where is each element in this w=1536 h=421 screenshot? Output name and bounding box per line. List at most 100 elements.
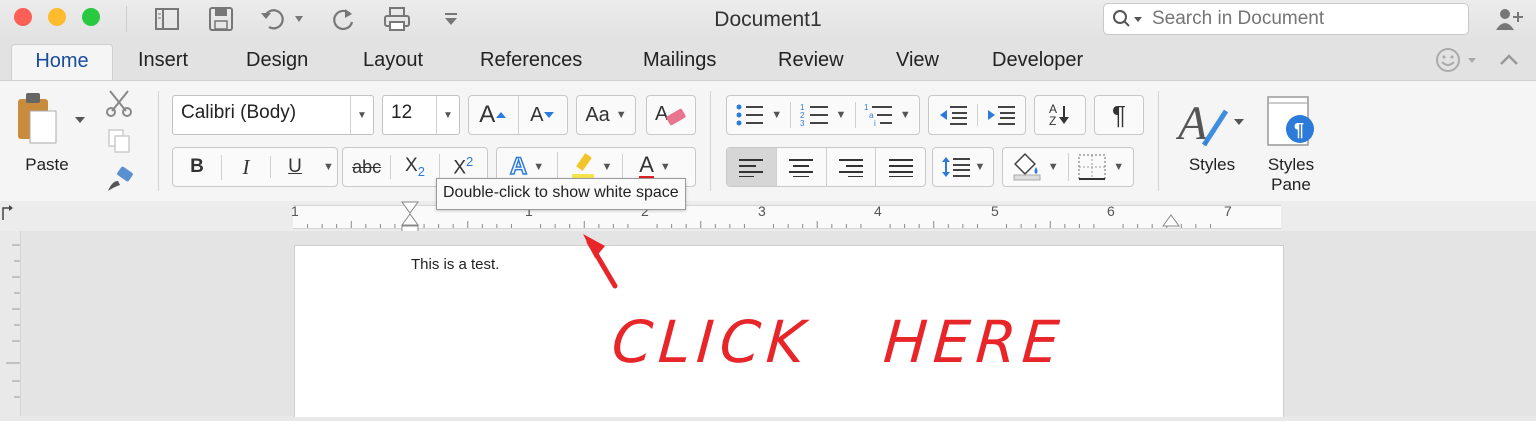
styles-pane-icon: ¶ — [1267, 96, 1314, 146]
bold-button[interactable]: B — [173, 156, 221, 178]
font-color-button[interactable]: A ▼ — [622, 153, 687, 181]
chevron-down-icon: ▼ — [1113, 161, 1125, 173]
chevron-down-icon: ▼ — [974, 161, 986, 173]
styles-pane-label-line1: Styles — [1267, 155, 1315, 174]
align-left-icon — [739, 159, 764, 177]
share-button[interactable] — [1494, 6, 1526, 32]
text-effects-button[interactable]: A ▼ — [497, 152, 557, 181]
feedback-button[interactable] — [1434, 46, 1484, 74]
chevron-down-icon: ▼ — [899, 109, 911, 121]
change-case-button[interactable]: Aa ▼ — [576, 95, 636, 135]
vertical-ruler[interactable] — [0, 231, 21, 416]
styles-pane-button[interactable]: ¶ — [1266, 95, 1320, 151]
multilevel-list-icon: 1ai — [864, 103, 892, 128]
right-indent-marker[interactable] — [1160, 212, 1182, 228]
strikethrough-button[interactable]: abc — [343, 157, 390, 178]
justify-button[interactable] — [875, 148, 925, 186]
justify-icon — [888, 159, 913, 177]
arrow-down-icon — [1059, 106, 1069, 124]
font-name-value: Calibri (Body) — [181, 102, 297, 123]
cut-button[interactable] — [104, 87, 134, 117]
indent-group — [928, 95, 1026, 135]
underline-button[interactable]: U — [270, 156, 319, 178]
svg-text:i: i — [874, 119, 876, 128]
format-painter-button[interactable] — [104, 165, 136, 195]
tab-mailings[interactable]: Mailings — [643, 44, 716, 80]
font-size-select[interactable]: 12 ▼ — [382, 95, 460, 135]
paste-dropdown-icon[interactable] — [74, 115, 86, 125]
tab-stop-selector-icon[interactable] — [0, 204, 14, 222]
bullet-list-icon — [736, 104, 764, 126]
triangle-down-icon — [544, 112, 555, 118]
clear-formatting-button[interactable]: A — [646, 95, 696, 135]
line-spacing-button[interactable]: ▼ — [932, 147, 994, 187]
styles-gallery-button[interactable]: A — [1175, 93, 1246, 153]
chevron-down-icon: ▼ — [533, 161, 545, 173]
numbering-button[interactable]: 1 2 3 ▼ — [790, 102, 854, 128]
borders-icon — [1078, 154, 1107, 180]
styles-icon: A — [1175, 97, 1244, 150]
indent-icon — [988, 106, 1016, 125]
show-formatting-marks-button[interactable]: ¶ — [1094, 95, 1144, 135]
title-bar: Document1 — [0, 0, 1536, 40]
chevron-down-icon: ▼ — [601, 161, 613, 173]
superscript-x: X — [453, 157, 467, 179]
font-name-select[interactable]: Calibri (Body) ▼ — [172, 95, 374, 135]
ruler-label: 1 — [291, 203, 299, 219]
ruler-label: 6 — [1107, 203, 1115, 219]
collapse-ribbon-button[interactable] — [1496, 50, 1522, 70]
subscript-button[interactable]: X2 — [390, 155, 438, 179]
decrease-indent-button[interactable] — [929, 104, 977, 126]
chevron-down-icon: ▼ — [615, 109, 627, 121]
sort-button[interactable]: AZ — [1034, 95, 1086, 135]
subscript-x: X — [405, 155, 418, 177]
tab-design[interactable]: Design — [246, 44, 308, 80]
italic-button[interactable]: I — [221, 154, 270, 180]
paintbrush-icon — [108, 166, 133, 191]
ruler-label: 7 — [1224, 203, 1232, 219]
list-group: ▼ 1 2 3 ▼ 1 a i ▼ — [726, 95, 920, 135]
tab-home[interactable]: Home — [11, 44, 113, 81]
underline-dropdown-icon[interactable]: ▼ — [323, 161, 334, 173]
copy-button[interactable] — [106, 127, 134, 155]
font-color-glyph: A — [639, 153, 654, 181]
tab-developer[interactable]: Developer — [992, 44, 1083, 80]
sort-letters: AZ — [1049, 103, 1057, 127]
search-input[interactable] — [1150, 6, 1454, 32]
shading-button[interactable]: ▼ — [1003, 153, 1068, 181]
tab-review[interactable]: Review — [778, 44, 844, 80]
outdent-icon — [939, 106, 967, 125]
paint-bucket-icon — [1013, 153, 1041, 181]
vertical-ruler-ticks — [6, 244, 20, 398]
search-box[interactable] — [1103, 3, 1469, 35]
triangle-up-icon — [496, 112, 507, 118]
sort-z: Z — [1048, 114, 1057, 128]
copy-icon — [108, 129, 130, 153]
chevron-down-icon: ▼ — [1047, 161, 1059, 173]
tab-insert[interactable]: Insert — [138, 44, 188, 80]
eraser-icon: A — [655, 103, 686, 126]
align-left-button[interactable] — [727, 148, 776, 186]
ruler-label: 5 — [991, 203, 999, 219]
tab-view[interactable]: View — [896, 44, 939, 80]
shrink-font-button[interactable]: A — [519, 96, 568, 134]
align-center-button[interactable] — [775, 148, 826, 186]
align-right-button[interactable] — [825, 148, 876, 186]
increase-indent-button[interactable] — [976, 104, 1026, 126]
annotation-text: CLICK HERE — [609, 308, 1068, 376]
borders-button[interactable]: ▼ — [1067, 153, 1134, 181]
document-body-text[interactable]: This is a test. — [411, 256, 499, 273]
numbered-list-icon: 123 — [800, 103, 828, 128]
multilevel-list-button[interactable]: 1 a i ▼ — [854, 102, 919, 128]
tab-layout[interactable]: Layout — [363, 44, 423, 80]
svg-text:3: 3 — [800, 119, 805, 128]
bullets-button[interactable]: ▼ — [727, 103, 790, 127]
tooltip: Double-click to show white space — [436, 178, 686, 210]
grow-font-button[interactable]: A — [469, 96, 519, 134]
chevron-down-icon: ▼ — [350, 96, 373, 134]
shrink-font-glyph: A — [530, 103, 544, 126]
tab-references[interactable]: References — [480, 44, 582, 80]
text-effects-glyph: A — [509, 152, 528, 181]
paste-button[interactable] — [12, 91, 80, 145]
superscript-button[interactable]: X2 — [438, 154, 487, 180]
